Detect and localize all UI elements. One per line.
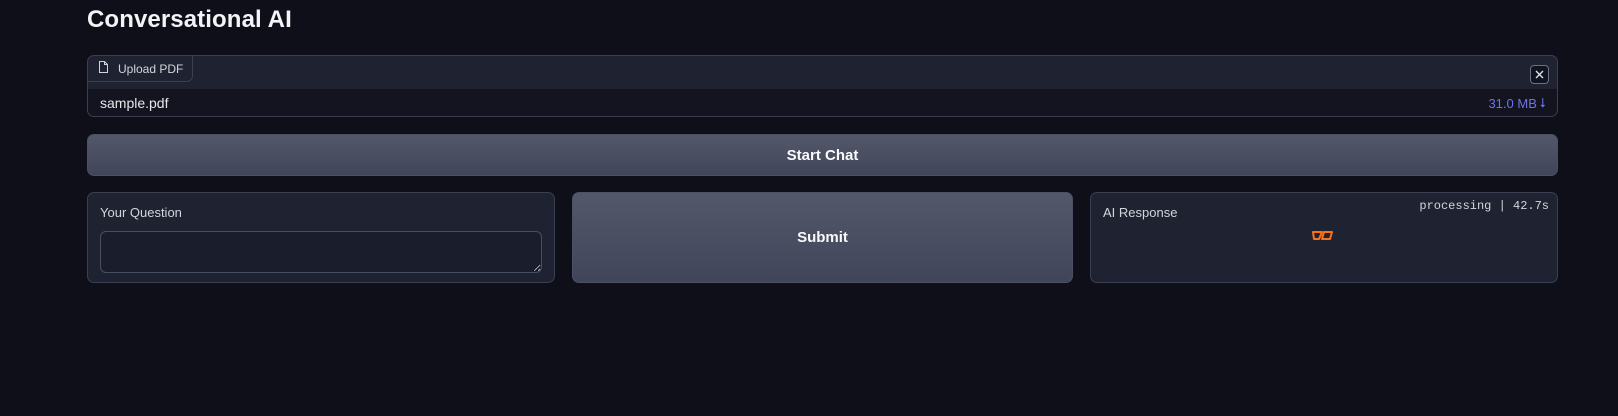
download-arrow-icon: ⭣ xyxy=(1539,95,1546,110)
file-download-link[interactable]: 31.0 MB ⭣ xyxy=(1488,95,1546,111)
question-block: Your Question xyxy=(87,192,555,283)
file-icon xyxy=(98,61,109,76)
start-chat-button[interactable]: Start Chat xyxy=(87,134,1558,176)
file-size: 31.0 MB xyxy=(1488,95,1537,111)
clear-file-button[interactable] xyxy=(1530,65,1549,84)
loading-spinner-icon xyxy=(1311,228,1335,242)
uploaded-file-row: sample.pdf 31.0 MB ⭣ xyxy=(88,89,1557,116)
ai-response-label: AI Response xyxy=(1103,205,1178,220)
upload-pdf-label: Upload PDF xyxy=(88,56,194,82)
page-title: Conversational AI xyxy=(87,6,292,33)
question-label: Your Question xyxy=(100,205,182,220)
file-name: sample.pdf xyxy=(100,95,169,111)
upload-pdf-label-text: Upload PDF xyxy=(118,61,184,76)
ai-response-block: AI Response processing | 42.7s xyxy=(1090,192,1558,283)
processing-status: processing | 42.7s xyxy=(1419,199,1549,213)
question-input[interactable] xyxy=(100,231,542,273)
submit-button[interactable]: Submit xyxy=(572,192,1073,283)
pdf-upload-block: Upload PDF sample.pdf 31.0 MB ⭣ xyxy=(87,55,1558,117)
app-root: Conversational AI Upload PDF sample.pdf … xyxy=(0,0,1618,416)
close-icon xyxy=(1535,66,1544,84)
